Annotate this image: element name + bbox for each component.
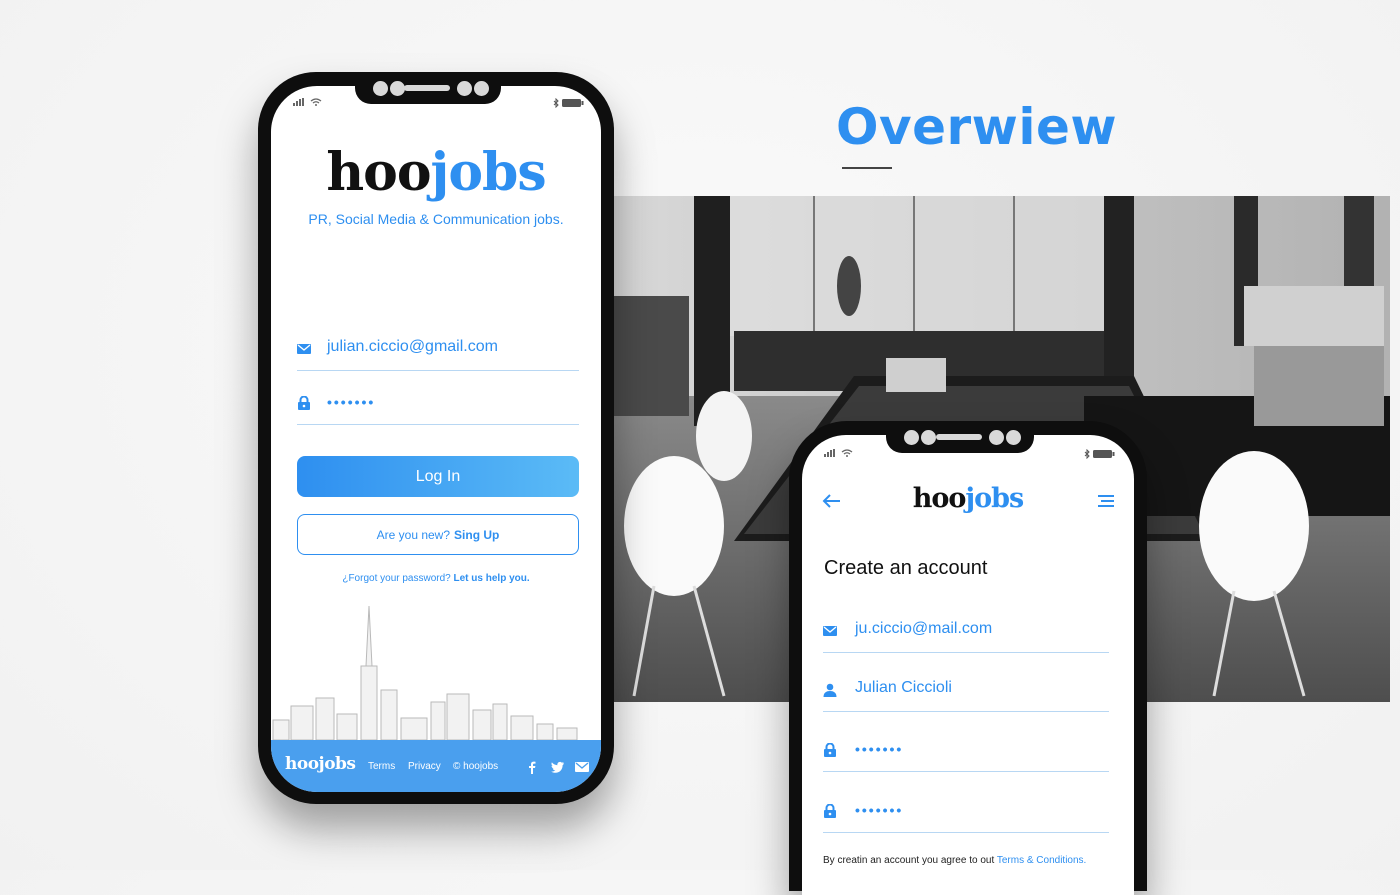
password-value: ••••••• — [327, 394, 376, 410]
footer-logo: hoojobs — [285, 754, 356, 774]
title-underline — [842, 167, 892, 169]
footer: hoojobs Terms Privacy © hoojobs — [271, 740, 601, 792]
email-value: ju.ciccio@mail.com — [855, 620, 993, 637]
logo-part1: hoo — [326, 142, 431, 203]
city-skyline-illustration — [272, 606, 578, 740]
twitter-icon[interactable] — [551, 760, 565, 774]
status-left — [293, 98, 322, 108]
login-screen: hoojobs PR, Social Media & Communication… — [271, 86, 601, 792]
signal-icon — [824, 449, 835, 457]
signup-link[interactable]: Sing Up — [454, 528, 499, 542]
status-right — [1084, 448, 1115, 461]
mail-icon — [823, 626, 837, 636]
terms-text: By creatin an account you agree to out T… — [823, 855, 1086, 866]
tagline: PR, Social Media & Communication jobs. — [308, 211, 564, 227]
brand-logo: hoojobs — [802, 483, 1134, 514]
email-value: julian.ciccio@gmail.com — [327, 338, 498, 355]
password-field[interactable]: ••••••• — [297, 384, 579, 425]
phone-notch — [355, 72, 501, 104]
create-account-title: Create an account — [824, 557, 988, 579]
terms-prefix: By creatin an account you agree to out — [823, 855, 995, 866]
mail-icon[interactable] — [575, 760, 589, 774]
password-value: ••••••• — [855, 741, 904, 757]
signup-phone: hoojobs Create an account ju.ciccio@mail… — [789, 421, 1147, 895]
email-field[interactable]: julian.ciccio@gmail.com — [297, 330, 579, 371]
status-left — [824, 449, 853, 459]
confirm-password-field[interactable]: ••••••• — [823, 788, 1109, 833]
wifi-icon — [841, 449, 852, 457]
lock-icon — [824, 743, 836, 757]
menu-icon[interactable] — [1098, 493, 1114, 509]
wifi-icon — [310, 98, 321, 106]
status-right — [553, 97, 584, 110]
confirm-password-value: ••••••• — [855, 802, 904, 818]
forgot-prompt: ¿Forgot your password? — [342, 573, 451, 584]
lock-icon — [824, 804, 836, 818]
login-button[interactable]: Log In — [297, 456, 579, 497]
email-field[interactable]: ju.ciccio@mail.com — [823, 608, 1109, 653]
login-phone: hoojobs PR, Social Media & Communication… — [258, 72, 614, 804]
forgot-password: ¿Forgot your password? Let us help you. — [271, 573, 601, 584]
signup-prompt: Are you new? — [376, 527, 451, 542]
logo-part2: jobs — [965, 483, 1024, 514]
battery-icon — [1092, 450, 1115, 458]
bluetooth-icon — [1084, 448, 1090, 460]
facebook-icon[interactable] — [525, 760, 539, 774]
lock-icon — [298, 396, 310, 410]
battery-icon — [561, 99, 584, 107]
overview-title: Overwiew — [836, 98, 1118, 156]
footer-privacy-link[interactable]: Privacy — [408, 761, 441, 772]
user-icon — [823, 683, 837, 697]
signup-screen: hoojobs Create an account ju.ciccio@mail… — [802, 435, 1134, 895]
footer-terms-link[interactable]: Terms — [368, 761, 395, 772]
logo-part1: hoo — [912, 483, 967, 514]
name-value: Julian Ciccioli — [855, 679, 952, 696]
forgot-link[interactable]: Let us help you. — [454, 573, 530, 584]
phone-notch — [886, 421, 1034, 453]
logo-part2: jobs — [430, 142, 547, 203]
brand-logo: hoojobs — [271, 142, 601, 203]
signup-button[interactable]: Are you new? Sing Up — [297, 514, 579, 555]
footer-copyright: © hoojobs — [453, 761, 499, 772]
mail-icon — [297, 344, 311, 354]
signal-icon — [293, 98, 304, 106]
terms-link[interactable]: Terms & Conditions. — [997, 855, 1086, 866]
password-field[interactable]: ••••••• — [823, 727, 1109, 772]
bluetooth-icon — [553, 97, 559, 109]
name-field[interactable]: Julian Ciccioli — [823, 667, 1109, 712]
